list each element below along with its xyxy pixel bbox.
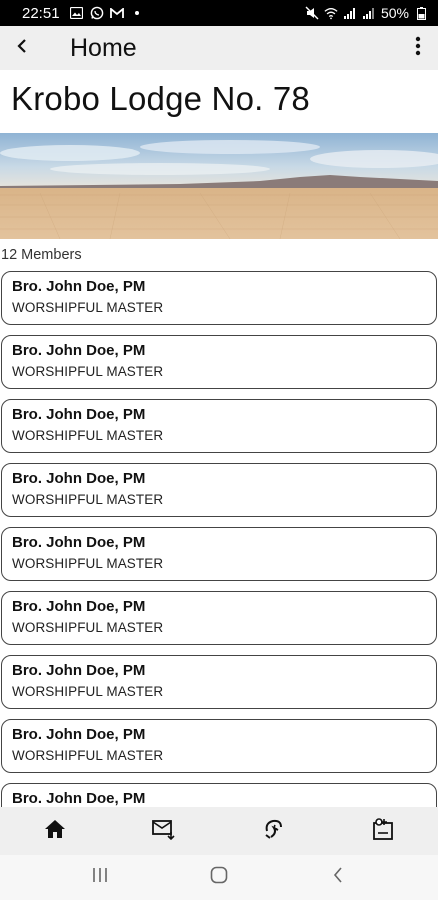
recents-button[interactable] [70,858,130,898]
lodge-title: Krobo Lodge No. 78 [11,80,310,117]
back-button[interactable] [0,26,44,70]
member-name: Bro. John Doe, PM [12,534,146,551]
nav-home-button[interactable] [25,807,85,855]
member-card[interactable]: Bro. John Doe, PM WORSHIPFUL MASTER [1,719,437,773]
member-name: Bro. John Doe, PM [12,470,146,487]
app-bar-title: Home [70,33,137,62]
gmail-icon [109,6,124,20]
status-right: 50% [305,5,428,21]
member-role: WORSHIPFUL MASTER [12,684,164,699]
member-name: Bro. John Doe, PM [12,726,146,743]
gallery-icon [70,6,84,20]
battery-icon [414,6,428,20]
member-list[interactable]: Bro. John Doe, PM WORSHIPFUL MASTER Bro.… [0,271,438,807]
mute-icon [305,6,319,20]
battery-percent: 50% [380,5,409,21]
more-vert-icon [415,36,421,61]
signal-icon [343,6,357,20]
status-bar: 22:51 50% [0,0,438,26]
member-card[interactable]: Bro. John Doe, PM WORSHIPFUL MASTER [1,399,437,453]
nav-badge-button[interactable] [353,807,413,855]
member-name: Bro. John Doe, PM [12,278,146,295]
member-card[interactable]: Bro. John Doe, PM WORSHIPFUL MASTER [1,335,437,389]
member-name: Bro. John Doe, PM [12,662,146,679]
signal-icon [362,6,376,20]
nav-payments-button[interactable] [244,807,304,855]
recents-icon [91,867,109,888]
member-role: WORSHIPFUL MASTER [12,300,164,315]
system-home-button[interactable] [189,858,249,898]
bottom-nav [0,807,438,855]
status-left: 22:51 [22,5,144,22]
more-options-button[interactable] [398,26,438,70]
member-name: Bro. John Doe, PM [12,598,146,615]
system-back-button[interactable] [308,858,368,898]
member-name: Bro. John Doe, PM [12,406,146,423]
dot-icon [130,6,144,20]
member-name: Bro. John Doe, PM [12,790,146,807]
member-card[interactable]: Bro. John Doe, PM WORSHIPFUL MASTER [1,527,437,581]
member-name: Bro. John Doe, PM [12,342,146,359]
member-card[interactable]: Bro. John Doe, PM WORSHIPFUL MASTER [1,463,437,517]
member-role: WORSHIPFUL MASTER [12,748,164,763]
lodge-banner-image [0,133,438,239]
home-circle-icon [210,866,228,889]
home-icon [44,819,66,844]
member-role: WORSHIPFUL MASTER [12,556,164,571]
member-card[interactable]: Bro. John Doe, PM WORSHIPFUL MASTER [1,591,437,645]
member-role: WORSHIPFUL MASTER [12,428,164,443]
app-bar: Home [0,26,438,70]
back-chevron-icon [333,867,343,888]
mail-icon [152,818,176,845]
members-count: 12 Members [1,247,82,263]
wifi-icon [324,6,338,20]
member-role: WORSHIPFUL MASTER [12,620,164,635]
status-time: 22:51 [22,4,60,22]
member-card[interactable]: Bro. John Doe, PM WORSHIPFUL MASTER [1,271,437,325]
nav-mail-button[interactable] [134,807,194,855]
member-card[interactable]: Bro. John Doe, PM WORSHIPFUL MASTER [1,655,437,709]
member-role: WORSHIPFUL MASTER [12,492,164,507]
member-card[interactable]: Bro. John Doe, PM [1,783,437,807]
payments-icon [262,817,286,846]
whatsapp-icon [90,6,104,20]
member-role: WORSHIPFUL MASTER [12,364,164,379]
badge-icon [371,817,395,846]
back-arrow-icon [16,38,28,59]
system-nav-bar [0,855,438,900]
